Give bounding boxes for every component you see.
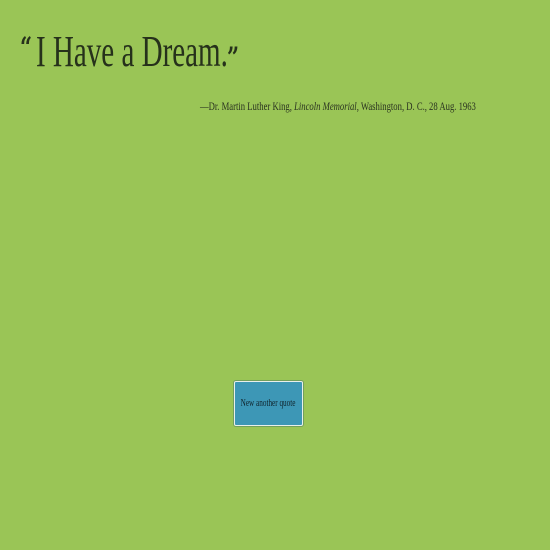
- new-quote-button-label: New another quote: [241, 398, 296, 409]
- quote-block: “ I Have a Dream. ”: [18, 30, 532, 74]
- open-quote-icon: “: [20, 31, 33, 64]
- attribution-place: Lincoln Memorial: [294, 99, 357, 113]
- attribution-suffix: , Washington, D. C., 28 Aug. 1963: [356, 99, 476, 113]
- quote-text: I Have a Dream.: [36, 27, 228, 76]
- attribution-prefix: —Dr. Martin Luther King,: [200, 99, 295, 113]
- quote-line: “ I Have a Dream. ”: [18, 30, 532, 74]
- new-quote-button[interactable]: New another quote: [234, 381, 303, 426]
- close-quote-icon: ”: [226, 41, 239, 74]
- quote-attribution: —Dr. Martin Luther King, Lincoln Memoria…: [200, 100, 476, 112]
